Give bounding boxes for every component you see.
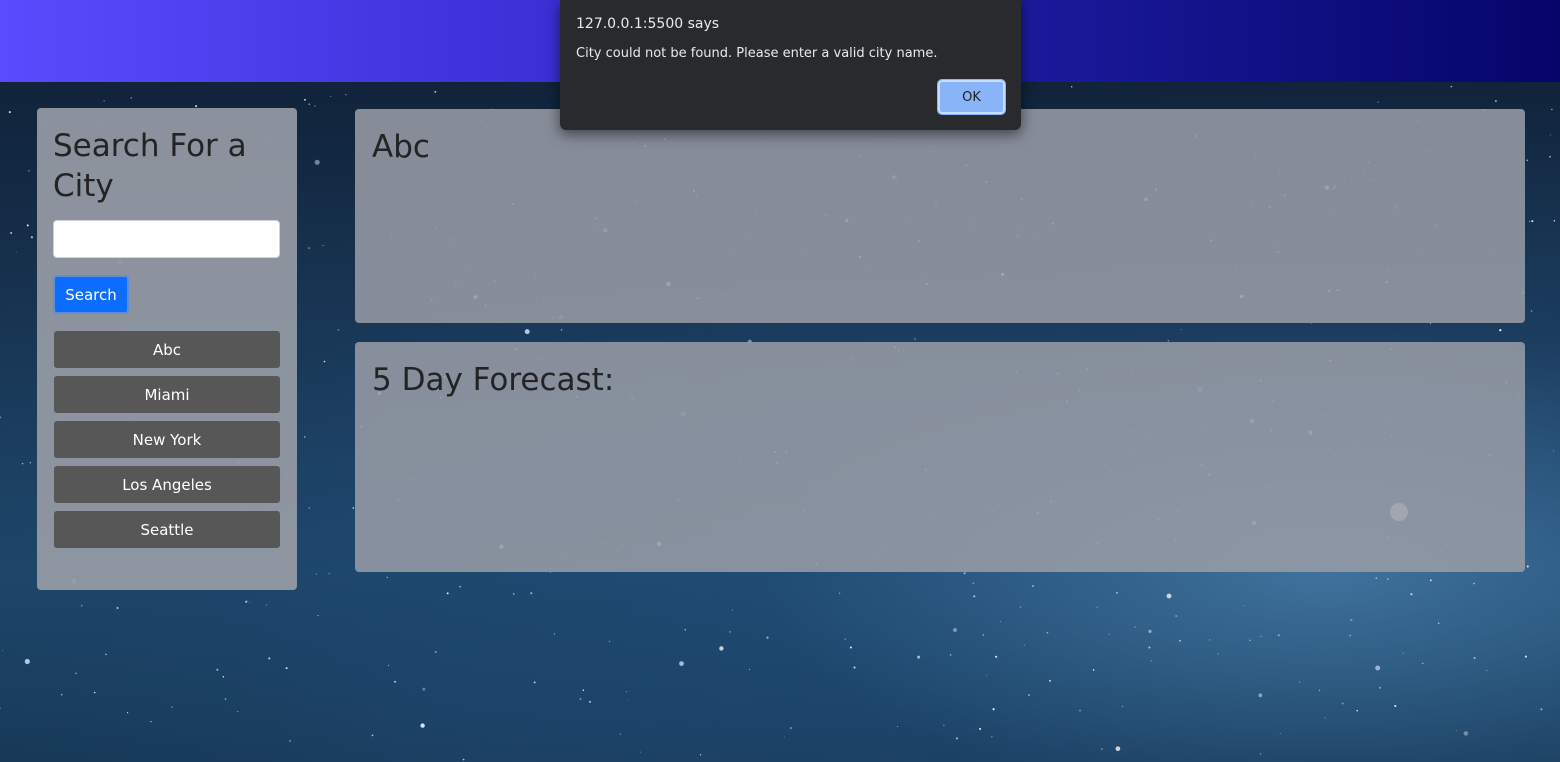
search-sidebar: Search For a City Search Abc Miami New Y… [37, 108, 297, 590]
alert-ok-button[interactable]: OK [937, 79, 1006, 115]
current-weather-panel: Abc [355, 109, 1525, 323]
search-history-list: Abc Miami New York Los Angeles Seattle [54, 331, 280, 556]
forecast-panel: 5 Day Forecast: [355, 342, 1525, 572]
alert-dialog-message: City could not be found. Please enter a … [576, 46, 938, 61]
forecast-title: 5 Day Forecast: [372, 362, 615, 398]
history-item-miami[interactable]: Miami [54, 376, 280, 413]
search-button[interactable]: Search [53, 275, 129, 314]
city-search-input[interactable] [53, 220, 280, 258]
current-city-name: Abc [372, 129, 430, 165]
history-item-seattle[interactable]: Seattle [54, 511, 280, 548]
alert-dialog: 127.0.0.1:5500 says City could not be fo… [560, 0, 1021, 130]
history-item-new-york[interactable]: New York [54, 421, 280, 458]
history-item-abc[interactable]: Abc [54, 331, 280, 368]
alert-dialog-title: 127.0.0.1:5500 says [576, 16, 720, 32]
sidebar-title: Search For a City [53, 128, 247, 204]
history-item-los-angeles[interactable]: Los Angeles [54, 466, 280, 503]
